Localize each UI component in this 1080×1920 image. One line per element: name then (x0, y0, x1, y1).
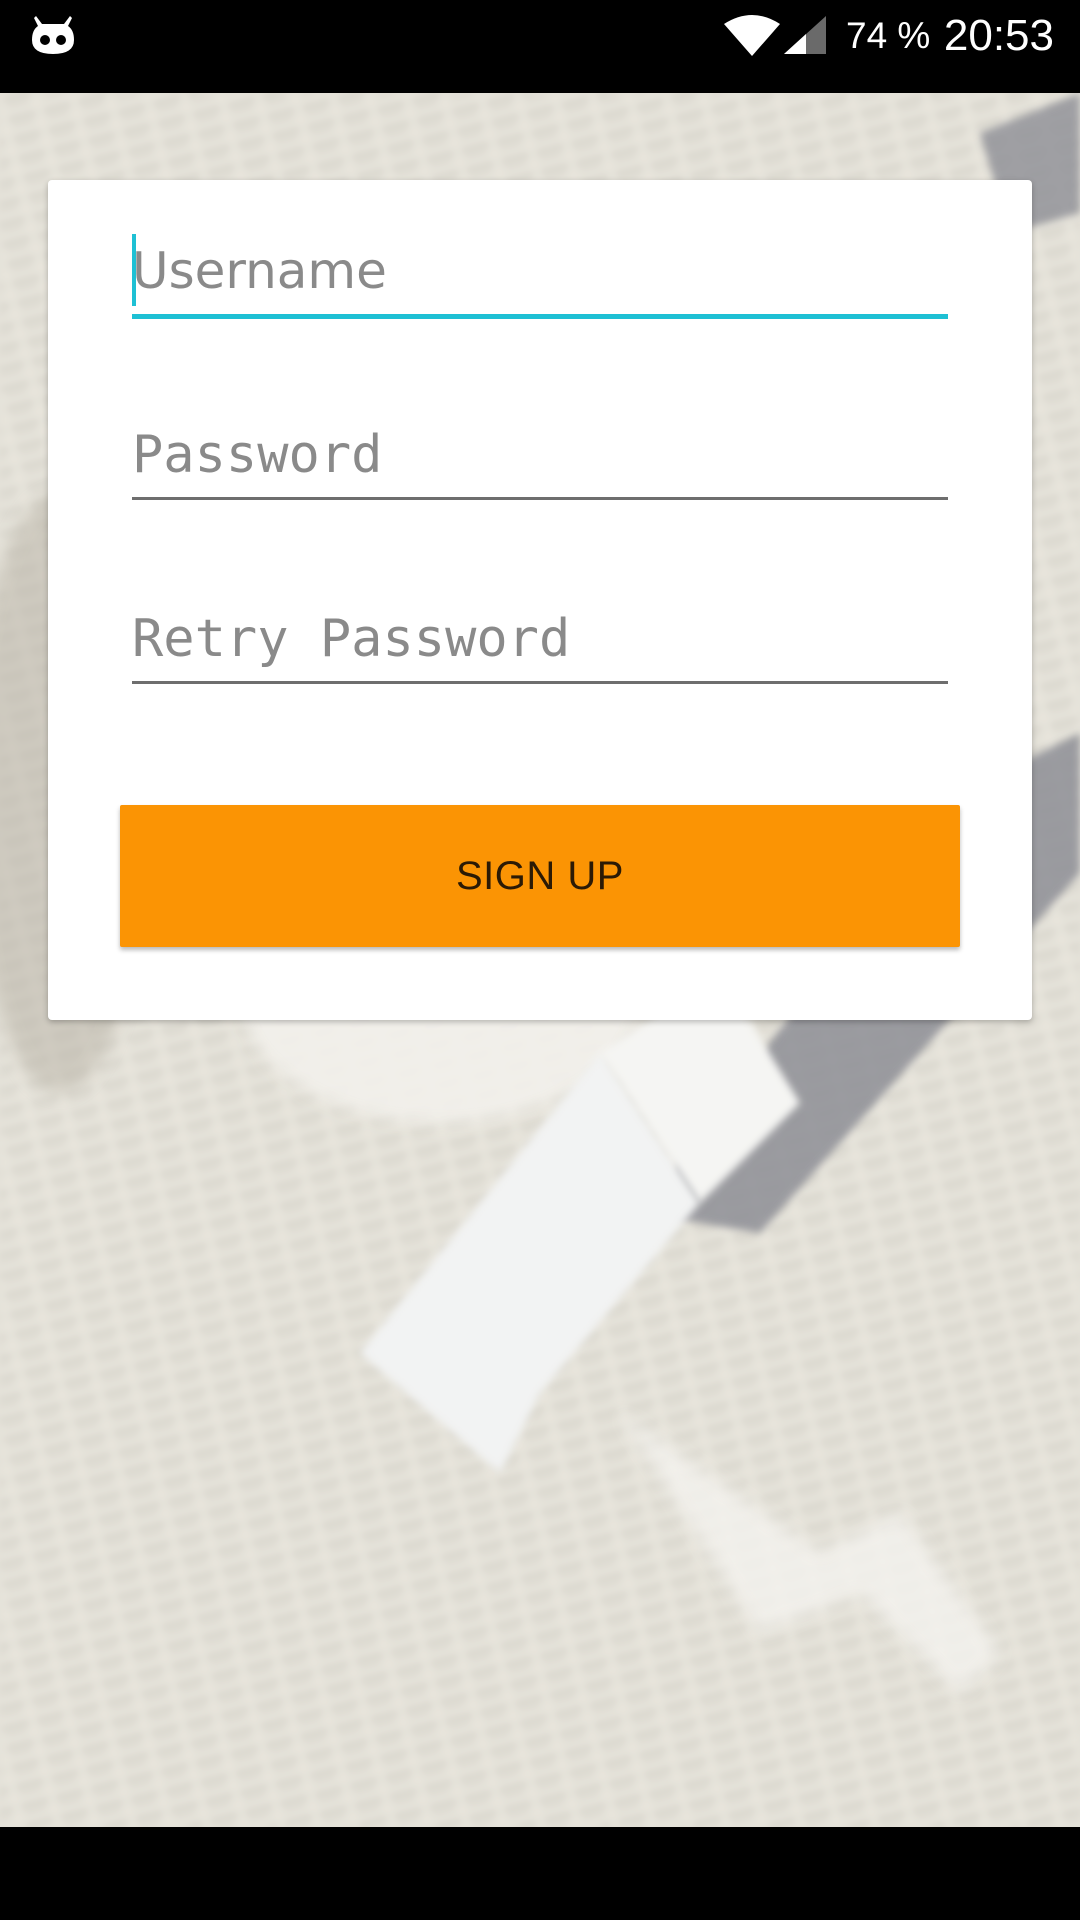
battery-percentage: 74 % (846, 15, 931, 56)
navigation-bar (0, 1827, 1080, 1920)
username-input[interactable] (132, 230, 948, 312)
text-cursor (132, 234, 136, 306)
cell-signal-icon (784, 16, 826, 54)
wifi-icon (724, 15, 780, 56)
username-underline (132, 314, 948, 319)
sign-up-button[interactable]: SIGN UP (120, 805, 960, 947)
password-input[interactable] (132, 414, 948, 496)
retry-password-field-container (132, 598, 948, 688)
clock-time: 20:53 (943, 11, 1054, 60)
username-field-container (132, 230, 948, 320)
status-bar: 74 % 20:53 (0, 0, 1080, 93)
password-underline (132, 497, 948, 500)
cyanogen-mascot-icon (32, 16, 74, 54)
retry-password-input[interactable] (132, 598, 948, 680)
signup-card: SIGN UP (48, 180, 1032, 1020)
retry-password-underline (132, 681, 948, 684)
password-field-container (132, 414, 948, 504)
